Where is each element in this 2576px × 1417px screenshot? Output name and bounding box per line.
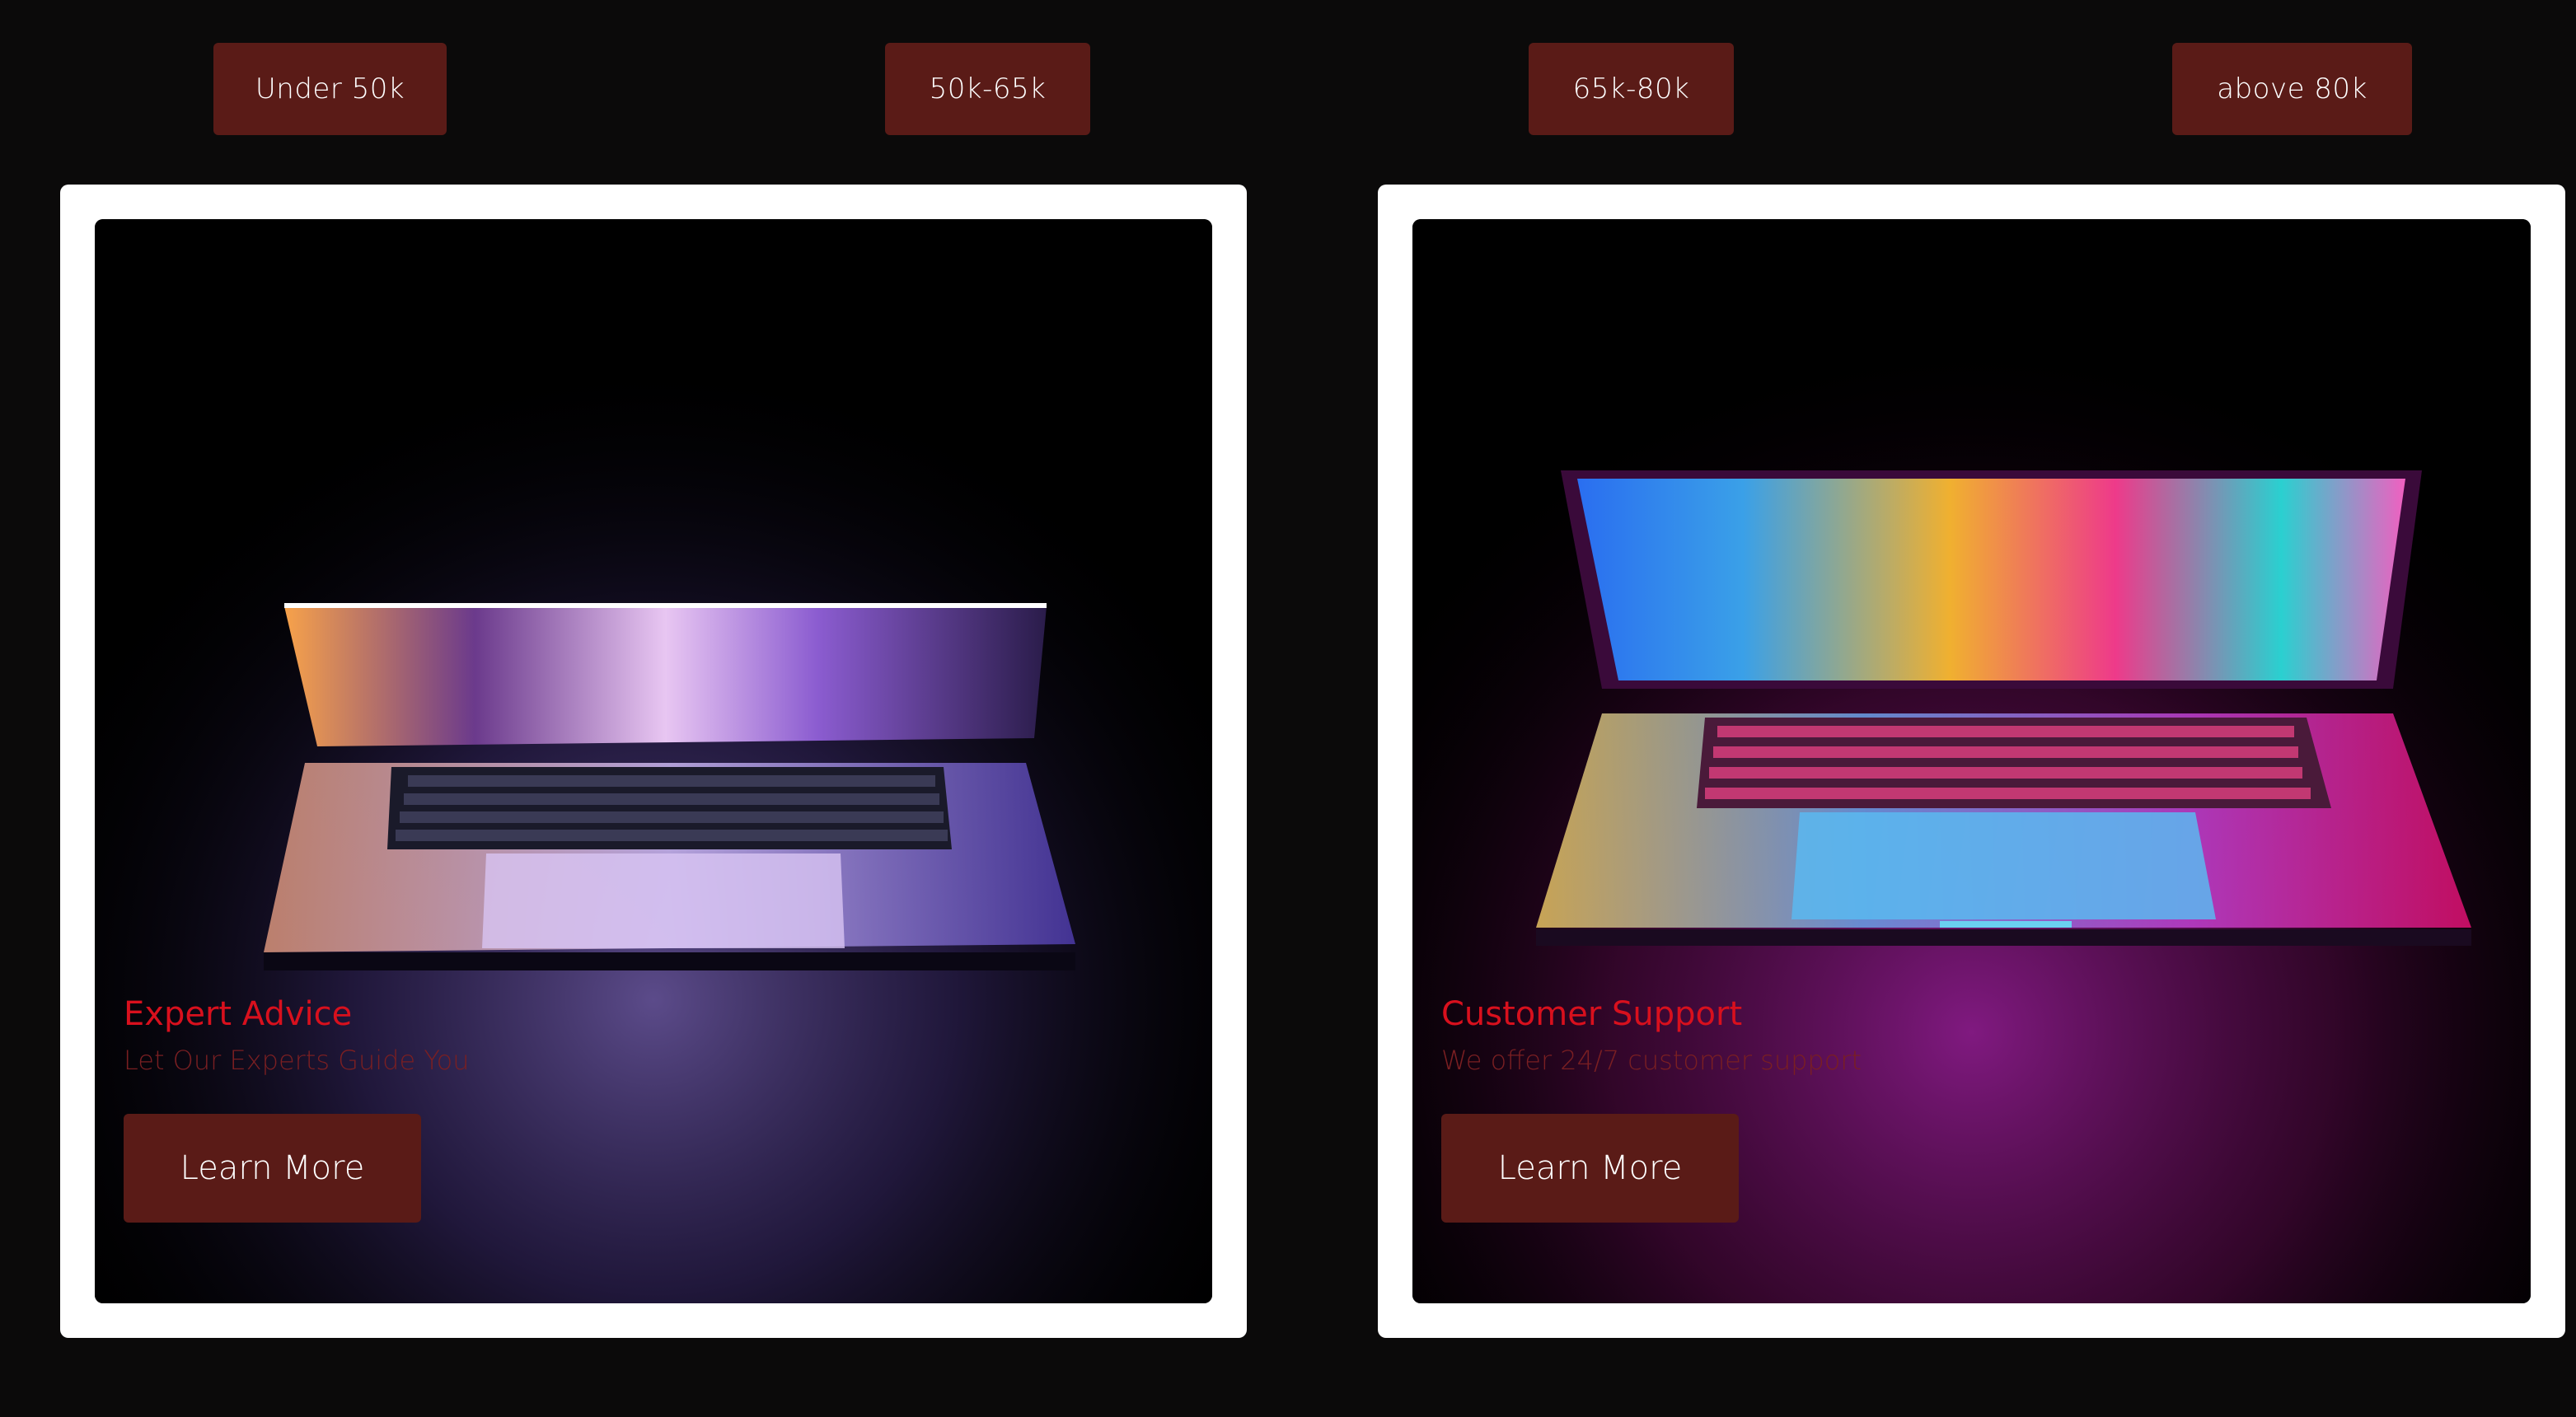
learn-more-button[interactable]: Learn More (1441, 1114, 1739, 1223)
card-subtitle: Let Our Experts Guide You (124, 1045, 470, 1076)
expert-advice-card: Expert Advice Let Our Experts Guide You … (60, 185, 1247, 1338)
price-filter-above-80k-button[interactable]: above 80k (2172, 43, 2412, 135)
price-filter-under-50k-button[interactable]: Under 50k (213, 43, 447, 135)
learn-more-button[interactable]: Learn More (124, 1114, 421, 1223)
price-filter-50k-65k-button[interactable]: 50k-65k (885, 43, 1090, 135)
card-subtitle: We offer 24/7 customer support (1441, 1045, 1862, 1076)
price-filter-65k-80k-button[interactable]: 65k-80k (1529, 43, 1734, 135)
customer-support-card: Customer Support We offer 24/7 customer … (1378, 185, 2565, 1338)
card-title: Customer Support (1441, 995, 1743, 1033)
card-title: Expert Advice (124, 995, 353, 1033)
